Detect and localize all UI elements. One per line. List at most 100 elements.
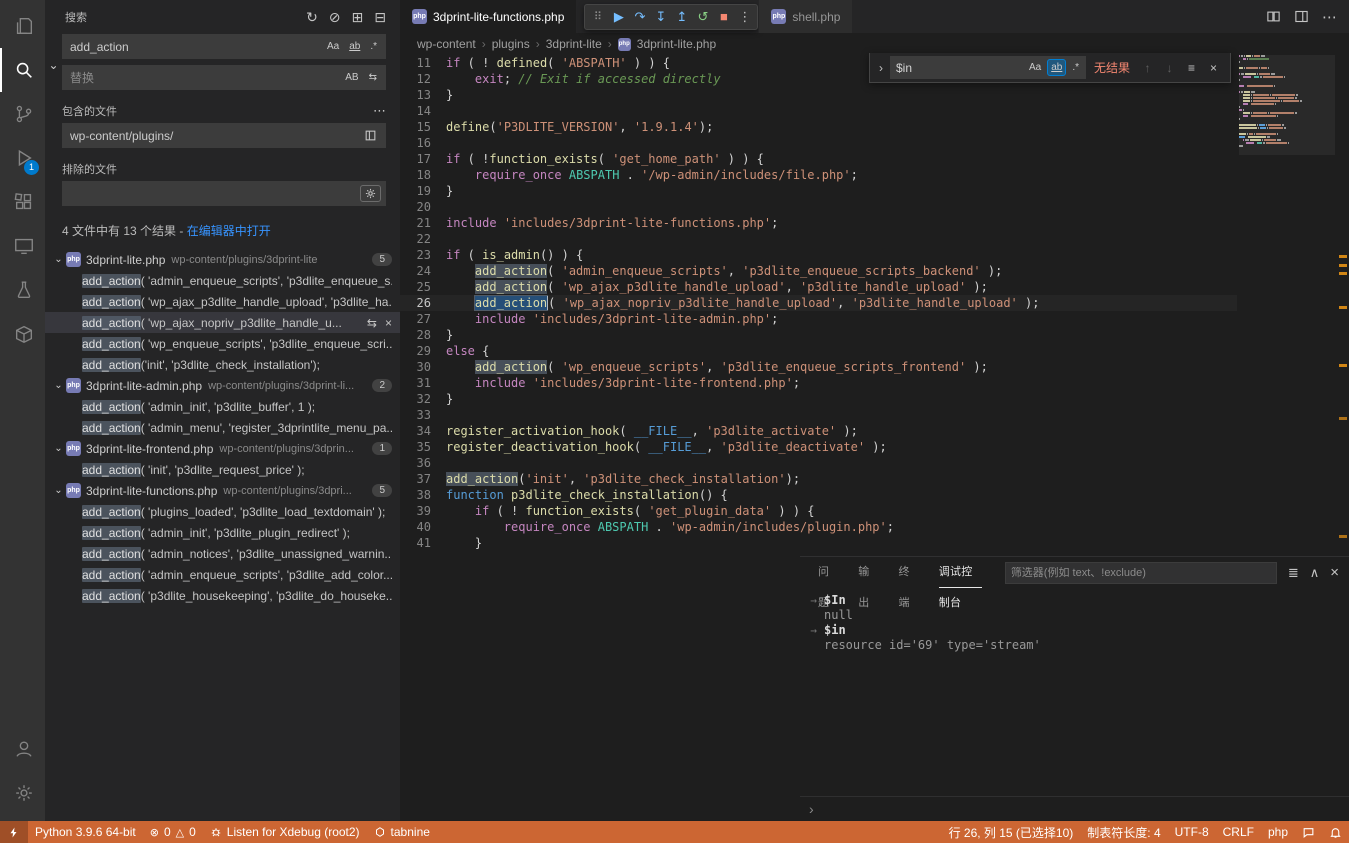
- replace-all-icon[interactable]: ⇆: [365, 69, 381, 86]
- line-number[interactable]: 31: [400, 375, 446, 391]
- line-number[interactable]: 18: [400, 167, 446, 183]
- code-line[interactable]: 36: [400, 455, 1237, 471]
- breadcrumb-item[interactable]: plugins: [492, 37, 530, 51]
- feedback-icon[interactable]: [1295, 821, 1322, 843]
- search-match-row[interactable]: add_action( 'init', 'p3dlite_request_pri…: [45, 459, 400, 480]
- chevron-down-icon[interactable]: ⌄: [51, 380, 66, 391]
- line-number[interactable]: 13: [400, 87, 446, 103]
- line-number[interactable]: 19: [400, 183, 446, 199]
- close-panel-icon[interactable]: ×: [1330, 564, 1339, 581]
- code-line[interactable]: 37add_action('init', 'p3dlite_check_inst…: [400, 471, 1237, 487]
- search-match-row[interactable]: add_action( 'wp_enqueue_scripts', 'p3dli…: [45, 333, 400, 354]
- code-line[interactable]: 19}: [400, 183, 1237, 199]
- search-match-row[interactable]: add_action( 'p3dlite_housekeeping', 'p3d…: [45, 585, 400, 606]
- remote-indicator[interactable]: [0, 821, 28, 843]
- line-number[interactable]: 26: [400, 295, 446, 311]
- code-line[interactable]: 25 add_action( 'wp_ajax_p3dlite_handle_u…: [400, 279, 1237, 295]
- find-close-icon[interactable]: ×: [1204, 61, 1223, 75]
- code-line[interactable]: 20: [400, 199, 1237, 215]
- step-over-icon[interactable]: ↷: [629, 5, 650, 29]
- code-line[interactable]: 31 include 'includes/3dprint-lite-fronte…: [400, 375, 1237, 391]
- debug-console-input[interactable]: ›: [800, 796, 1349, 821]
- run-debug-icon[interactable]: 1: [0, 136, 45, 180]
- tab-3dprint-lite-functions[interactable]: php 3dprint-lite-functions.php: [400, 0, 576, 33]
- code-line[interactable]: 26 add_action( 'wp_ajax_nopriv_p3dlite_h…: [400, 295, 1237, 311]
- line-number[interactable]: 38: [400, 487, 446, 503]
- search-input[interactable]: [70, 40, 321, 54]
- stop-icon[interactable]: ■: [713, 5, 734, 29]
- continue-icon[interactable]: ▶: [608, 5, 629, 29]
- code-line[interactable]: 24 add_action( 'admin_enqueue_scripts', …: [400, 263, 1237, 279]
- line-number[interactable]: 35: [400, 439, 446, 455]
- replace-match-icon[interactable]: ⇆: [367, 316, 377, 330]
- indentation-status[interactable]: 制表符长度: 4: [1080, 821, 1167, 843]
- more-actions-icon[interactable]: ⋯: [1322, 8, 1337, 26]
- line-number[interactable]: 17: [400, 151, 446, 167]
- code-line[interactable]: 17if ( !function_exists( 'get_home_path'…: [400, 151, 1237, 167]
- find-match-case-icon[interactable]: Aa: [1025, 59, 1045, 76]
- drag-handle-icon[interactable]: ⠿: [587, 5, 608, 29]
- search-match-row[interactable]: add_action( 'plugins_loaded', 'p3dlite_l…: [45, 501, 400, 522]
- code-line[interactable]: 41 }: [400, 535, 1237, 551]
- notifications-bell-icon[interactable]: [1322, 821, 1349, 843]
- tabnine-status[interactable]: tabnine: [367, 821, 437, 843]
- line-number[interactable]: 20: [400, 199, 446, 215]
- files-include-input[interactable]: [70, 129, 360, 143]
- breadcrumb-item[interactable]: wp-content: [417, 37, 476, 51]
- search-match-row[interactable]: add_action( 'wp_ajax_p3dlite_handle_uplo…: [45, 291, 400, 312]
- code-line[interactable]: 38function p3dlite_check_installation() …: [400, 487, 1237, 503]
- dismiss-match-icon[interactable]: ×: [385, 316, 392, 330]
- open-editors-only-icon[interactable]: [360, 127, 381, 144]
- code-line[interactable]: 39 if ( ! function_exists( 'get_plugin_d…: [400, 503, 1237, 519]
- exclude-settings-gear-icon[interactable]: [360, 185, 381, 202]
- tab-shell-php[interactable]: php shell.php: [758, 0, 852, 33]
- code-line[interactable]: 14: [400, 103, 1237, 119]
- settings-gear-icon[interactable]: [0, 771, 45, 815]
- split-editor-icon[interactable]: [1266, 9, 1281, 24]
- toggle-replace-icon[interactable]: ⌄: [45, 34, 62, 96]
- code-line[interactable]: 23if ( is_admin() ) {: [400, 247, 1237, 263]
- search-match-row[interactable]: add_action( 'wp_ajax_nopriv_p3dlite_hand…: [45, 312, 400, 333]
- line-number[interactable]: 30: [400, 359, 446, 375]
- line-number[interactable]: 12: [400, 71, 446, 87]
- code-line[interactable]: 30 add_action( 'wp_enqueue_scripts', 'p3…: [400, 359, 1237, 375]
- files-exclude-input[interactable]: [70, 187, 360, 201]
- collapse-all-icon[interactable]: ⊟: [374, 9, 386, 26]
- panel-tab[interactable]: 输出: [858, 557, 875, 588]
- code-line[interactable]: 32}: [400, 391, 1237, 407]
- overview-ruler[interactable]: [1336, 55, 1349, 556]
- line-number[interactable]: 28: [400, 327, 446, 343]
- minimap[interactable]: [1239, 55, 1335, 556]
- find-next-icon[interactable]: ↓: [1160, 61, 1179, 75]
- eol-status[interactable]: CRLF: [1216, 821, 1261, 843]
- source-control-icon[interactable]: [0, 92, 45, 136]
- refresh-icon[interactable]: ↻: [306, 9, 318, 26]
- search-match-row[interactable]: add_action( 'admin_enqueue_scripts', 'p3…: [45, 270, 400, 291]
- code-line[interactable]: 22: [400, 231, 1237, 247]
- code-line[interactable]: 29else {: [400, 343, 1237, 359]
- search-icon[interactable]: [0, 48, 45, 92]
- find-toggle-replace-icon[interactable]: ›: [875, 61, 887, 75]
- line-number[interactable]: 36: [400, 455, 446, 471]
- code-line[interactable]: 13}: [400, 87, 1237, 103]
- code-line[interactable]: 33: [400, 407, 1237, 423]
- find-regex-icon[interactable]: .*: [1068, 59, 1083, 76]
- maximize-panel-icon[interactable]: ∧: [1310, 565, 1320, 581]
- search-file-row[interactable]: ⌄php3dprint-lite.phpwp-content/plugins/3…: [45, 249, 400, 270]
- search-match-row[interactable]: add_action( 'admin_notices', 'p3dlite_un…: [45, 543, 400, 564]
- line-number[interactable]: 23: [400, 247, 446, 263]
- step-into-icon[interactable]: ↧: [650, 5, 671, 29]
- python-version-status[interactable]: Python 3.9.6 64-bit: [28, 821, 143, 843]
- line-number[interactable]: 16: [400, 135, 446, 151]
- open-new-search-editor-icon[interactable]: ⊞: [352, 9, 364, 26]
- regex-icon[interactable]: .*: [366, 38, 381, 55]
- language-mode-status[interactable]: php: [1261, 821, 1295, 843]
- filter-icon[interactable]: ≣: [1288, 565, 1299, 581]
- code-line[interactable]: 27 include 'includes/3dprint-lite-admin.…: [400, 311, 1237, 327]
- search-match-row[interactable]: add_action( 'admin_init', 'p3dlite_buffe…: [45, 396, 400, 417]
- panel-tab[interactable]: 问题: [818, 557, 835, 588]
- find-previous-icon[interactable]: ↑: [1138, 61, 1157, 75]
- line-number[interactable]: 24: [400, 263, 446, 279]
- search-match-row[interactable]: add_action('init', 'p3dlite_check_instal…: [45, 354, 400, 375]
- line-number[interactable]: 11: [400, 55, 446, 71]
